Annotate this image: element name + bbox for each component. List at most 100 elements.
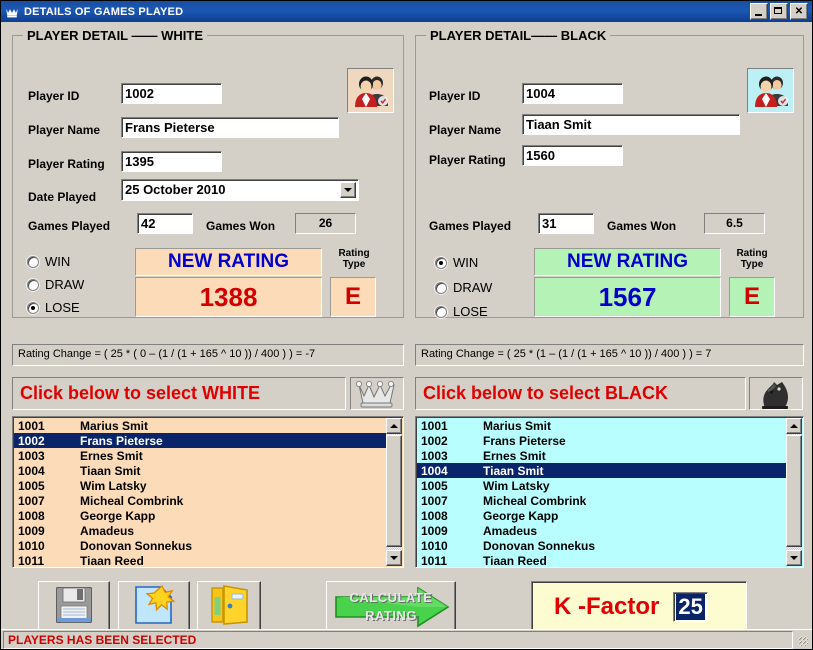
scroll-thumb[interactable] <box>386 435 402 547</box>
list-item-name: Micheal Combrink <box>80 493 184 508</box>
list-item-name: Micheal Combrink <box>483 493 587 508</box>
white-result-lose-radio[interactable]: LOSE <box>27 300 80 315</box>
black-games-won-value: 6.5 <box>704 213 765 234</box>
maximize-button[interactable] <box>770 3 788 20</box>
list-item-id: 1007 <box>421 493 448 508</box>
list-item-name: Tiaan Smit <box>483 463 544 478</box>
black-new-rating-caption: NEW RATING <box>534 248 721 276</box>
white-player-name-input[interactable]: Frans Pieterse <box>121 117 339 138</box>
black-players-avatar-icon <box>747 68 794 113</box>
list-item[interactable]: 1011 Tiaan Reed <box>14 553 386 567</box>
black-result-draw-radio[interactable]: DRAW <box>435 280 492 295</box>
scroll-up-icon[interactable] <box>786 418 802 434</box>
exit-button[interactable] <box>197 581 261 633</box>
white-player-rating-input[interactable]: 1395 <box>121 151 222 172</box>
chess-queen-piece-icon <box>350 377 404 410</box>
list-item-name: George Kapp <box>483 508 559 523</box>
black-result-lose-label: LOSE <box>453 304 488 319</box>
black-select-banner: Click below to select BLACK <box>415 377 746 410</box>
list-item[interactable]: 1001 Marius Smit <box>14 418 386 433</box>
minimize-button[interactable] <box>750 3 768 20</box>
list-item-name: Tiaan Smit <box>80 463 141 478</box>
list-item[interactable]: 1005 Wim Latsky <box>417 478 786 493</box>
white-games-won-value: 26 <box>295 213 356 234</box>
list-item-id: 1002 <box>18 433 45 448</box>
black-games-played-input[interactable]: 31 <box>538 213 594 234</box>
black-player-id-input[interactable]: 1004 <box>522 83 623 104</box>
scroll-down-icon[interactable] <box>786 550 802 566</box>
resize-grip-icon[interactable] <box>794 632 810 648</box>
white-rating-type-caption: Rating Type <box>338 248 370 270</box>
scroll-up-icon[interactable] <box>386 418 402 434</box>
list-item[interactable]: 1004 Tiaan Smit <box>417 463 786 478</box>
scroll-thumb[interactable] <box>786 435 802 547</box>
chevron-down-icon[interactable] <box>340 182 356 198</box>
white-games-played-input[interactable]: 42 <box>137 213 193 234</box>
list-item[interactable]: 1004 Tiaan Smit <box>14 463 386 478</box>
kfactor-label: K -Factor <box>554 593 660 620</box>
scroll-down-icon[interactable] <box>386 550 402 566</box>
green-arrow-icon: CALCULATE RATING <box>330 584 452 630</box>
list-item[interactable]: 1005 Wim Latsky <box>14 478 386 493</box>
list-item[interactable]: 1010 Donovan Sonnekus <box>14 538 386 553</box>
title-bar[interactable]: DETAILS OF GAMES PLAYED ✕ <box>1 1 812 22</box>
list-item[interactable]: 1003 Ernes Smit <box>14 448 386 463</box>
list-item[interactable]: 1002 Frans Pieterse <box>14 433 386 448</box>
radio-icon-checked <box>27 301 39 314</box>
kfactor-input[interactable]: 25 <box>673 592 708 622</box>
black-player-name-input[interactable]: Tiaan Smit <box>522 114 740 135</box>
close-button[interactable]: ✕ <box>790 3 808 20</box>
black-result-win-radio[interactable]: WIN <box>435 255 478 270</box>
window-controls: ✕ <box>750 3 810 20</box>
list-item[interactable]: 1001 Marius Smit <box>417 418 786 433</box>
list-item-id: 1002 <box>421 433 448 448</box>
kfactor-value: 25 <box>676 594 705 620</box>
list-item-id: 1003 <box>421 448 448 463</box>
list-item[interactable]: 1008 George Kapp <box>14 508 386 523</box>
white-new-rating-caption: NEW RATING <box>135 248 322 276</box>
calculate-rating-button[interactable]: CALCULATE RATING <box>326 581 456 633</box>
list-item-name: Donovan Sonnekus <box>483 538 596 553</box>
list-item[interactable]: 1009 Amadeus <box>417 523 786 538</box>
list-item-id: 1004 <box>421 463 448 478</box>
radio-icon <box>435 305 447 318</box>
white-result-draw-radio[interactable]: DRAW <box>27 277 84 292</box>
list-item-id: 1001 <box>421 418 448 433</box>
list-item[interactable]: 1003 Ernes Smit <box>417 448 786 463</box>
white-list-scrollbar[interactable] <box>386 418 402 566</box>
list-item-name: Ernes Smit <box>80 448 143 463</box>
black-result-lose-radio[interactable]: LOSE <box>435 304 488 319</box>
list-item[interactable]: 1002 Frans Pieterse <box>417 433 786 448</box>
list-item[interactable]: 1008 George Kapp <box>417 508 786 523</box>
black-player-rating-input[interactable]: 1560 <box>522 145 623 166</box>
list-item-id: 1007 <box>18 493 45 508</box>
black-player-listbox[interactable]: 1001 Marius Smit 1002 Frans Pieterse 1003 Ern… <box>415 416 804 568</box>
list-item-name: Tiaan Reed <box>483 553 547 567</box>
save-button[interactable] <box>38 581 110 633</box>
black-list-scrollbar[interactable] <box>786 418 802 566</box>
radio-icon <box>27 255 39 268</box>
white-player-name-label: Player Name <box>28 123 101 137</box>
black-player-list-rows: 1001 Marius Smit 1002 Frans Pieterse 1003 Ern… <box>417 418 786 566</box>
new-button[interactable] <box>118 581 190 633</box>
list-item[interactable]: 1007 Micheal Combrink <box>417 493 786 508</box>
white-date-played-combo[interactable]: 25 October 2010 <box>121 179 359 201</box>
list-item[interactable]: 1011 Tiaan Reed <box>417 553 786 567</box>
list-item[interactable]: 1010 Donovan Sonnekus <box>417 538 786 553</box>
white-result-win-radio[interactable]: WIN <box>27 254 70 269</box>
list-item[interactable]: 1009 Amadeus <box>14 523 386 538</box>
black-player-rating-label: Player Rating <box>429 153 506 167</box>
list-item-name: Wim Latsky <box>80 478 147 493</box>
list-item-id: 1008 <box>421 508 448 523</box>
radio-icon-checked <box>435 256 447 269</box>
list-item-id: 1004 <box>18 463 45 478</box>
calculate-rating-line2: RATING <box>365 608 417 623</box>
white-player-id-input[interactable]: 1002 <box>121 83 222 104</box>
chess-queen-icon <box>4 4 20 20</box>
black-player-name-label: Player Name <box>429 123 502 137</box>
white-games-played-label: Games Played <box>28 219 111 233</box>
white-player-listbox[interactable]: 1001 Marius Smit 1002 Frans Pieterse 1003 Ern… <box>12 416 404 568</box>
black-games-won-label: Games Won <box>607 219 677 233</box>
list-item[interactable]: 1007 Micheal Combrink <box>14 493 386 508</box>
details-of-games-played-window: DETAILS OF GAMES PLAYED ✕ PLAYER DETAIL … <box>0 0 813 650</box>
